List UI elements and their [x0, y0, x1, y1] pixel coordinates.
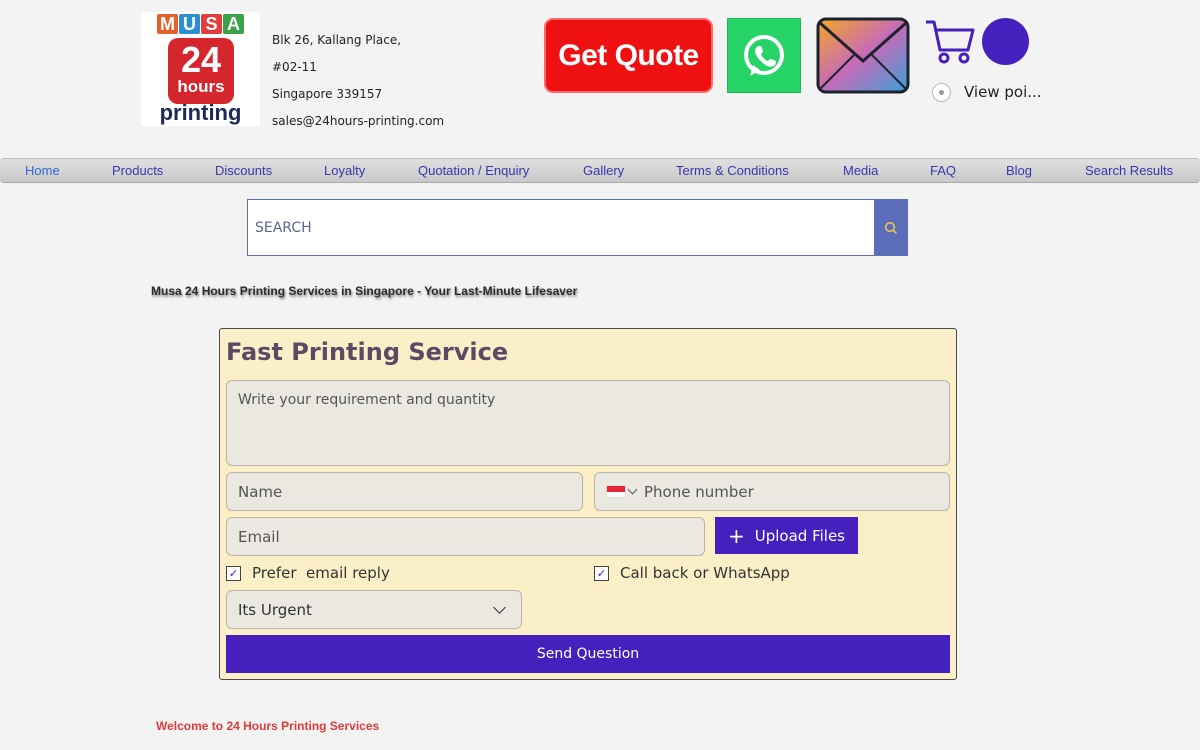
urgency-select[interactable]: Its Urgent	[226, 590, 522, 629]
logo-24-badge: 24 hours	[168, 38, 234, 104]
address-block: Blk 26, Kallang Place, #02-11 Singapore …	[272, 27, 444, 135]
plus-icon: +	[727, 523, 745, 548]
singapore-flag-icon[interactable]	[606, 485, 626, 498]
logo-letter-u: U	[179, 14, 200, 34]
requirement-textarea[interactable]	[226, 380, 950, 466]
address-line-1: Blk 26, Kallang Place,	[272, 33, 402, 47]
logo-letter-a: A	[223, 14, 244, 34]
logo-hours: hours	[177, 77, 225, 96]
logo-letters: M U S A	[157, 14, 244, 34]
checkmark-icon[interactable]: ✓	[594, 565, 609, 581]
page-tagline: Musa 24 Hours Printing Services in Singa…	[151, 284, 578, 298]
account-avatar[interactable]	[982, 18, 1029, 65]
nav-faq[interactable]: FAQ	[930, 159, 956, 183]
urgency-value: Its Urgent	[238, 600, 312, 619]
name-field[interactable]	[226, 472, 583, 511]
prefer-email-checkbox[interactable]: ✓ Prefer email reply	[226, 564, 390, 582]
chevron-down-icon	[493, 600, 506, 614]
upload-label: Upload Files	[754, 526, 845, 545]
search-icon	[884, 221, 897, 234]
checkmark-icon[interactable]: ✓	[226, 565, 241, 581]
callback-label: Call back or WhatsApp	[620, 564, 790, 582]
nav-terms-conditions[interactable]: Terms & Conditions	[676, 159, 789, 183]
upload-files-button[interactable]: + Upload Files	[715, 517, 858, 554]
search-input[interactable]	[248, 200, 875, 255]
nav-gallery[interactable]: Gallery	[583, 159, 624, 183]
email-button[interactable]	[816, 17, 910, 94]
nav-media[interactable]: Media	[843, 159, 878, 183]
nav-discounts[interactable]: Discounts	[215, 159, 272, 183]
phone-field	[594, 472, 950, 511]
site-logo[interactable]: M U S A 24 hours printing	[141, 12, 260, 126]
search-bar	[247, 199, 908, 256]
nav-blog[interactable]: Blog	[1006, 159, 1032, 183]
email-field[interactable]	[226, 517, 705, 556]
form-title: Fast Printing Service	[226, 338, 509, 366]
country-chevron-icon[interactable]	[627, 484, 638, 495]
nav-quotation-enquiry[interactable]: Quotation / Enquiry	[418, 159, 529, 183]
envelope-icon	[816, 17, 910, 94]
shopping-cart-icon	[926, 20, 975, 64]
nav-products[interactable]: Products	[112, 159, 163, 183]
nav-home[interactable]: Home	[25, 159, 60, 183]
search-button[interactable]	[874, 200, 907, 255]
address-line-2: #02-11	[272, 60, 317, 74]
quote-form: Fast Printing Service + Upload Files ✓ P…	[219, 328, 957, 680]
phone-input[interactable]	[644, 482, 924, 501]
logo-letter-m: M	[157, 14, 178, 34]
address-email[interactable]: sales@24hours-printing.com	[272, 108, 444, 135]
get-quote-button[interactable]: Get Quote	[544, 18, 713, 93]
nav-loyalty[interactable]: Loyalty	[324, 159, 365, 183]
points-indicator-icon	[932, 82, 951, 102]
main-nav: Home Products Discounts Loyalty Quotatio…	[0, 158, 1200, 183]
callback-checkbox[interactable]: ✓ Call back or WhatsApp	[594, 564, 790, 582]
nav-search-results[interactable]: Search Results	[1085, 159, 1173, 183]
view-points[interactable]: View poi...	[932, 82, 1042, 102]
send-question-button[interactable]: Send Question	[226, 635, 950, 673]
logo-letter-s: S	[201, 14, 222, 34]
logo-word: printing	[159, 100, 242, 125]
logo-number: 24	[180, 39, 222, 80]
address-line-3: Singapore 339157	[272, 87, 383, 101]
whatsapp-button[interactable]	[727, 18, 801, 93]
cart-button[interactable]	[924, 16, 976, 66]
welcome-heading: Welcome to 24 Hours Printing Services	[156, 719, 380, 733]
prefer-email-label: Prefer email reply	[252, 564, 390, 582]
points-label: View poi...	[964, 83, 1042, 101]
whatsapp-icon	[744, 34, 784, 76]
